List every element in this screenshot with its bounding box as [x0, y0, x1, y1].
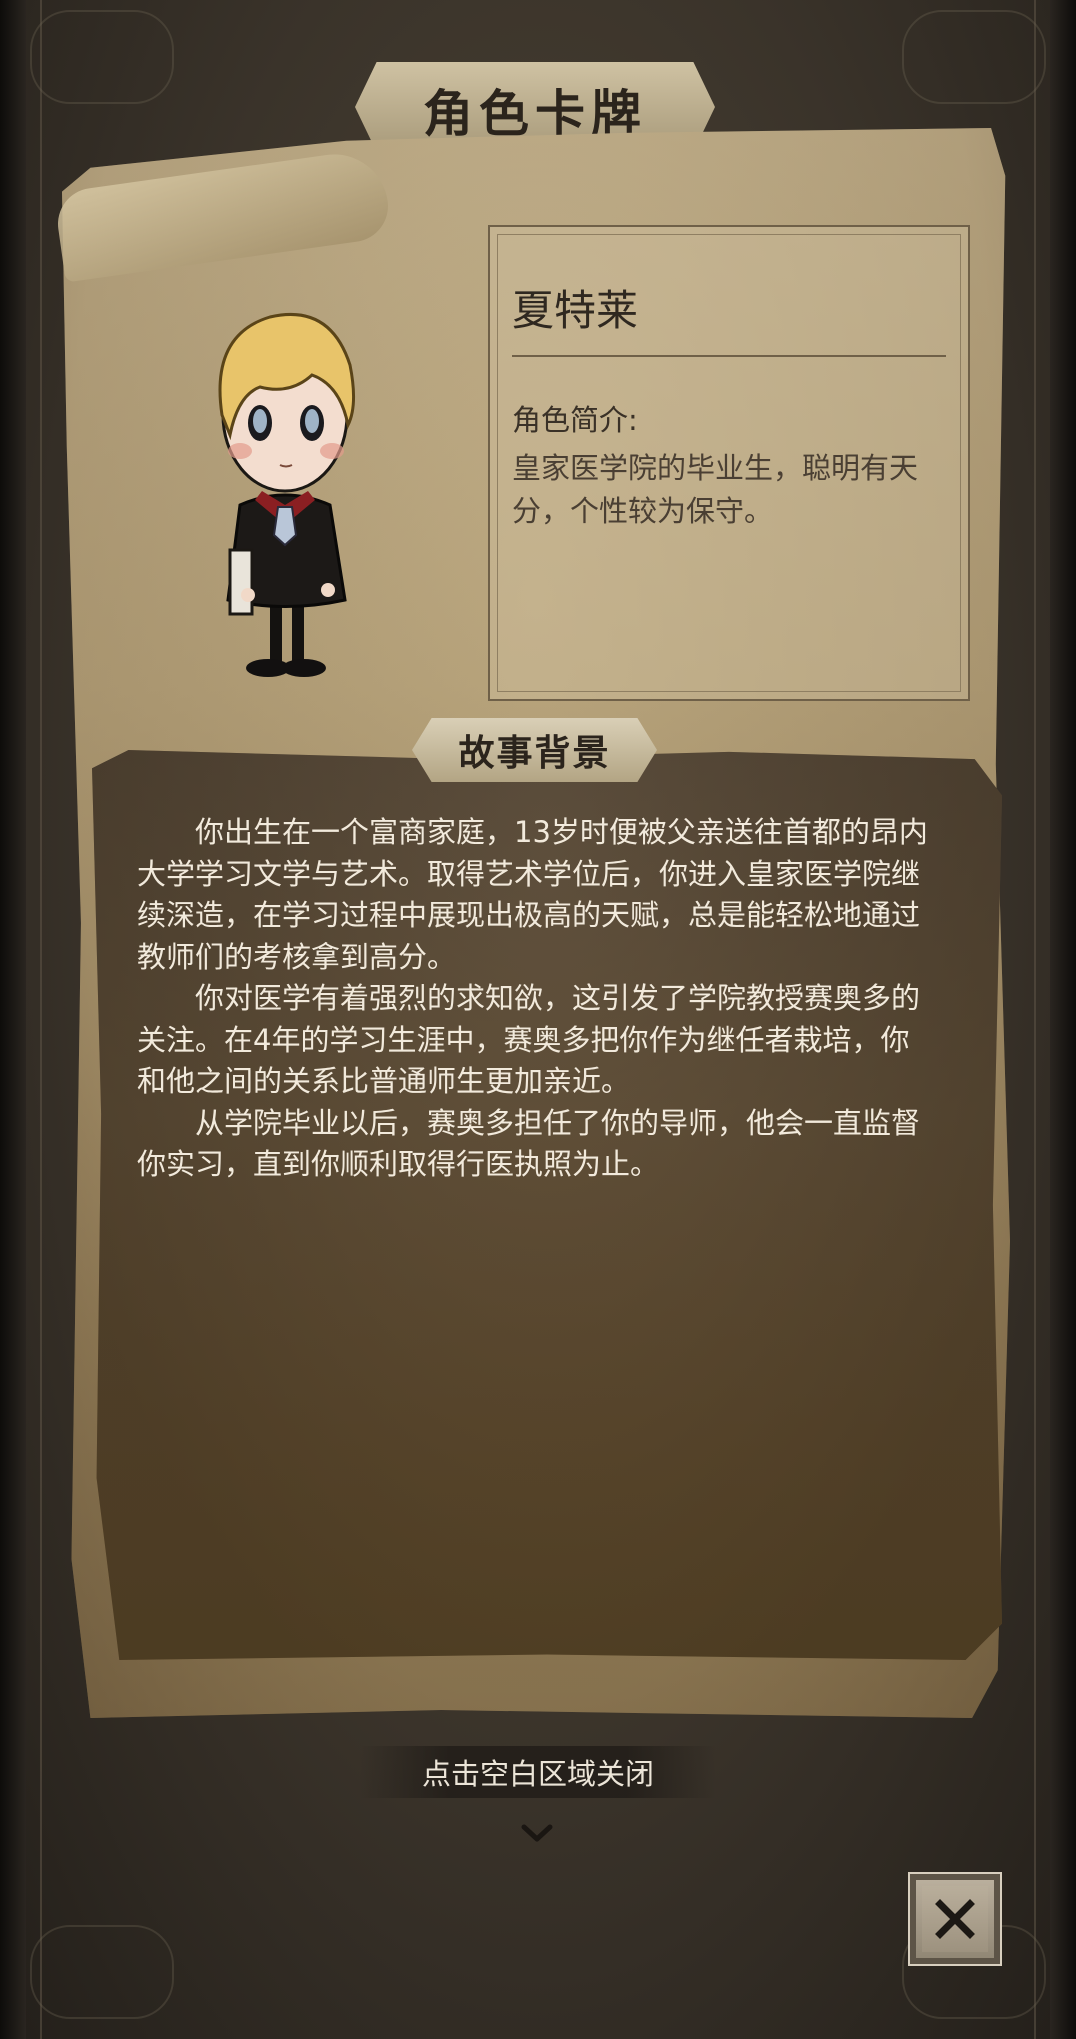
- story-text: 你出生在一个富商家庭，13岁时便被父亲送往首都的昂内大学学习文学与艺术。取得艺术…: [137, 812, 937, 1186]
- story-paragraph: 你出生在一个富商家庭，13岁时便被父亲送往首都的昂内大学学习文学与艺术。取得艺术…: [137, 815, 928, 974]
- divider: [512, 355, 946, 357]
- chevron-down-icon: [521, 1824, 553, 1842]
- corner-ornament: [30, 1925, 174, 2019]
- character-info-card: 夏特莱 角色简介: 皇家医学院的毕业生，聪明有天分，个性较为保守。: [488, 225, 970, 701]
- close-icon: [935, 1899, 975, 1939]
- story-paragraph: 你对医学有着强烈的求知欲，这引发了学院教授赛奥多的关注。在4年的学习生涯中，赛奥…: [137, 981, 921, 1098]
- frame-rail-right: [1034, 0, 1036, 2039]
- character-name: 夏特莱: [512, 286, 639, 335]
- intro-label: 角色简介:: [512, 403, 638, 437]
- corner-ornament: [902, 10, 1046, 104]
- frame-border-left: [0, 0, 26, 2039]
- close-button-face: [922, 1886, 988, 1952]
- character-portrait: [218, 312, 355, 677]
- frame-border-right: [1050, 0, 1076, 2039]
- frame-rail-left: [40, 0, 42, 2039]
- corner-ornament: [30, 10, 174, 104]
- close-hint: 点击空白区域关闭: [360, 1746, 716, 1798]
- story-section-tab: 故事背景: [412, 718, 657, 782]
- story-paragraph: 从学院毕业以后，赛奥多担任了你的导师，他会一直监督你实习，直到你顺利取得行医执照…: [137, 1105, 921, 1182]
- story-section-title: 故事背景: [458, 733, 611, 774]
- intro-text: 皇家医学院的毕业生，聪明有天分，个性较为保守。: [512, 451, 919, 528]
- close-button[interactable]: [908, 1872, 1002, 1966]
